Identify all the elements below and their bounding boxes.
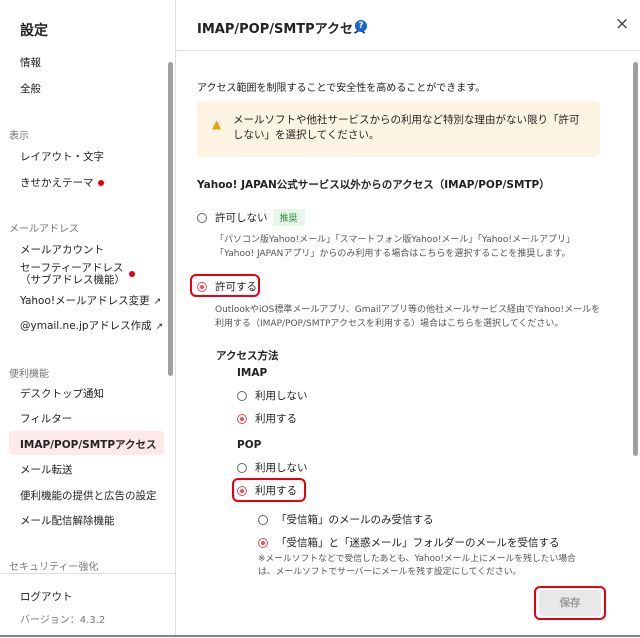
pop-off-radio[interactable]: 利用しない bbox=[237, 460, 308, 475]
page-title: IMAP/POP/SMTPアクセス bbox=[197, 22, 367, 37]
sidebar-item-ymail-create[interactable]: @ymail.ne.jpアドレス作成 ↗ bbox=[20, 318, 163, 333]
section-title: Yahoo! JAPAN公式サービス以外からのアクセス（IMAP/POP/SMT… bbox=[197, 179, 550, 191]
recommended-badge: 推奨 bbox=[272, 209, 305, 226]
external-link-icon: ↗ bbox=[155, 322, 164, 332]
annotation-highlight bbox=[534, 586, 606, 620]
main-scrollbar[interactable] bbox=[633, 62, 638, 456]
imap-off-radio[interactable]: 利用しない bbox=[237, 388, 308, 403]
radio-label: 「受信箱」と「迷惑メール」フォルダーのメールを受信する bbox=[276, 537, 560, 549]
annotation-highlight bbox=[190, 274, 260, 297]
sidebar-item-desktop-notify[interactable]: デスクトップ通知 bbox=[20, 386, 104, 401]
sidebar-item-label: きせかえテーマ bbox=[20, 177, 94, 189]
sidebar-item-info[interactable]: 情報 bbox=[20, 55, 41, 70]
new-badge-dot bbox=[97, 180, 104, 186]
version-text: バージョン：4.3.2 bbox=[20, 615, 106, 626]
new-badge-dot bbox=[129, 271, 135, 277]
imap-on-radio[interactable]: 利用する bbox=[237, 411, 297, 426]
annotation-highlight bbox=[232, 478, 306, 502]
close-button[interactable]: × bbox=[615, 14, 629, 34]
help-icon[interactable]: ? bbox=[355, 20, 367, 32]
warning-text: メールソフトや他社サービスからの利用など特別な理由がない限り「許可しない」を選択… bbox=[233, 114, 580, 141]
logout-link[interactable]: ログアウト bbox=[20, 589, 73, 604]
imap-title: IMAP bbox=[237, 367, 268, 379]
sidebar-item-layout[interactable]: レイアウト・文字 bbox=[20, 149, 104, 164]
sidebar-title: 設定 bbox=[20, 23, 48, 39]
sidebar-header-address: メールアドレス bbox=[9, 224, 79, 235]
window-bottom-border bbox=[0, 635, 640, 637]
deny-description: 「パソコン版Yahoo!メール」「スマートフォン版Yahoo!メール」「Yaho… bbox=[215, 235, 576, 259]
sidebar-header-security: セキュリティー強化 bbox=[9, 562, 99, 573]
sidebar-item-ads[interactable]: 便利機能の提供と広告の設定 bbox=[20, 488, 157, 503]
warning-icon: ▲ bbox=[212, 117, 222, 131]
radio-label: 利用しない bbox=[255, 462, 308, 474]
pop-title: POP bbox=[237, 439, 262, 451]
intro-text: アクセス範囲を制限することで安全性を高めることができます。 bbox=[197, 83, 486, 94]
external-link-icon: ↗ bbox=[153, 297, 162, 307]
radio-label: 利用する bbox=[255, 413, 297, 425]
pop-inbox-spam-radio[interactable]: 「受信箱」と「迷惑メール」フォルダーのメールを受信する bbox=[258, 535, 560, 550]
access-method-title: アクセス方法 bbox=[216, 350, 279, 362]
sidebar-item-general[interactable]: 全般 bbox=[20, 81, 41, 96]
allow-description: OutlookやiOS標準メールアプリ、Gmailアプリ等の他社メールサービス経… bbox=[215, 305, 601, 329]
sidebar-header-display: 表示 bbox=[9, 131, 29, 142]
settings-sidebar: 設定 情報 全般 表示 レイアウト・文字 きせかえテーマ メールアドレス メール… bbox=[0, 0, 176, 638]
warning-box: ▲ メールソフトや他社サービスからの利用など特別な理由がない限り「許可しない」を… bbox=[197, 101, 600, 157]
sidebar-item-filter[interactable]: フィルター bbox=[20, 411, 72, 426]
divider bbox=[177, 50, 640, 51]
sidebar-item-unsubscribe[interactable]: メール配信解除機能 bbox=[20, 513, 115, 528]
radio-label: 許可しない bbox=[215, 212, 268, 224]
sidebar-scrollbar[interactable] bbox=[168, 62, 173, 376]
radio-label: 「受信箱」のメールのみ受信する bbox=[276, 514, 434, 526]
sidebar-item-address-change[interactable]: Yahoo!メールアドレス変更 ↗ bbox=[20, 293, 161, 308]
radio-label: 利用しない bbox=[255, 390, 308, 402]
pop-inbox-only-radio[interactable]: 「受信箱」のメールのみ受信する bbox=[258, 512, 434, 527]
sidebar-item-label: @ymail.ne.jpアドレス作成 bbox=[20, 320, 152, 332]
settings-panel: IMAP/POP/SMTPアクセス ? × アクセス範囲を制限することで安全性を… bbox=[177, 0, 640, 638]
radio-button[interactable] bbox=[237, 391, 247, 401]
sidebar-item-forward[interactable]: メール転送 bbox=[20, 462, 73, 477]
sidebar-item-label: （サブアドレス機能） bbox=[20, 274, 125, 286]
radio-button[interactable] bbox=[258, 515, 268, 525]
radio-button[interactable] bbox=[197, 213, 207, 223]
radio-button[interactable] bbox=[237, 463, 247, 473]
sidebar-item-mail-account[interactable]: メールアカウント bbox=[20, 242, 104, 257]
sidebar-item-label: Yahoo!メールアドレス変更 bbox=[20, 295, 150, 307]
sidebar-item-imap[interactable]: IMAP/POP/SMTPアクセス bbox=[20, 437, 157, 452]
radio-button-selected[interactable] bbox=[258, 538, 268, 548]
sidebar-item-label: セーフティーアドレス bbox=[20, 262, 124, 274]
deny-radio[interactable]: 許可しない 推奨 bbox=[197, 209, 305, 226]
pop-note: ※メールソフトなどで受信したあとも、Yahoo!メール上にメールを残したい場合は… bbox=[258, 554, 576, 577]
radio-button-selected[interactable] bbox=[237, 414, 247, 424]
divider bbox=[0, 573, 176, 574]
sidebar-item-theme[interactable]: きせかえテーマ bbox=[20, 175, 104, 190]
sidebar-item-safety-address[interactable]: セーフティーアドレス （サブアドレス機能） bbox=[20, 262, 135, 286]
sidebar-header-convenience: 便利機能 bbox=[9, 369, 49, 380]
